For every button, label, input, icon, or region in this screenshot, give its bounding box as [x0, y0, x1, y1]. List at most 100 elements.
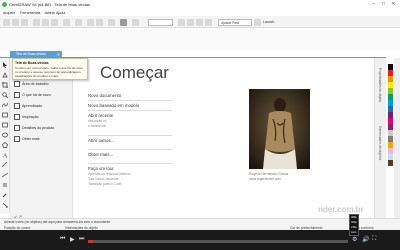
- text-tool-icon[interactable]: A: [2, 152, 8, 159]
- copy-icon[interactable]: [42, 18, 49, 26]
- new-file-icon[interactable]: [3, 18, 10, 26]
- close-window-button[interactable]: ✕: [390, 1, 397, 8]
- menu-item-file[interactable]: Arquivo: [3, 11, 15, 15]
- open-file-icon[interactable]: [12, 18, 19, 26]
- standard-toolbar: Ajustar Para Launch: [0, 16, 400, 28]
- minimize-button[interactable]: –: [370, 1, 377, 8]
- next-icon[interactable]: ⏭: [79, 236, 84, 243]
- tour-item-link[interactable]: Transição para o Corel: [88, 182, 121, 186]
- welcome-nav-whats-new[interactable]: O que há de novo: [12, 90, 72, 99]
- docker-tab-object-manager[interactable]: Gerenciador de objetos: [378, 126, 382, 160]
- color-palette[interactable]: [388, 58, 393, 218]
- rulers-icon[interactable]: [187, 18, 194, 26]
- tour-item-link[interactable]: Aprenda os recursos básicos: [88, 172, 131, 176]
- rectangle-tool-icon[interactable]: [2, 122, 8, 128]
- welcome-nav-panel: Iniciar Área de trabalho O que há de nov…: [10, 58, 73, 218]
- polygon-tool-icon[interactable]: [2, 142, 8, 148]
- docker-panel: Propriedades do objeto Gerenciador de ob…: [374, 58, 386, 218]
- welcome-nav-workspace[interactable]: Área de trabalho: [12, 79, 72, 88]
- workspace-icon: [14, 80, 20, 87]
- launch-dropdown[interactable]: Launch: [263, 19, 285, 26]
- drop-shadow-tool-icon[interactable]: [2, 182, 8, 188]
- welcome-nav-learning[interactable]: Aprendizado: [12, 101, 72, 110]
- new-from-template-link[interactable]: Novo baseado em modelo: [88, 103, 139, 108]
- product-details-icon: [14, 124, 20, 131]
- zoom-tool-icon[interactable]: [2, 92, 8, 98]
- redo-icon[interactable]: [75, 18, 82, 26]
- grid-icon[interactable]: [196, 18, 203, 26]
- property-bar: [0, 29, 400, 51]
- tooltip-title: Tela de Boas-vindas: [15, 60, 49, 65]
- video-progress-track[interactable]: [88, 240, 348, 243]
- quality-option[interactable]: Auto: [351, 231, 356, 234]
- get-more-link[interactable]: Obter mais...: [88, 152, 113, 157]
- open-other-link[interactable]: Abrir outros...: [88, 138, 114, 143]
- parallel-dimension-tool-icon[interactable]: [2, 162, 8, 168]
- whats-new-icon: [14, 91, 20, 98]
- palette-scroll[interactable]: [394, 58, 400, 218]
- paste-icon[interactable]: [51, 18, 58, 26]
- settings-gear-icon[interactable]: ⚙: [352, 236, 357, 243]
- cut-icon[interactable]: [33, 18, 40, 26]
- save-icon[interactable]: [21, 18, 28, 26]
- nav-label: O que há de novo: [22, 92, 51, 97]
- import-icon[interactable]: [87, 18, 94, 26]
- divider: [88, 148, 172, 149]
- application-launcher-icon[interactable]: [120, 18, 127, 26]
- welcome-screen-icon[interactable]: [132, 18, 139, 26]
- crop-tool-icon[interactable]: [2, 82, 8, 88]
- quality-option[interactable]: 240p: [351, 226, 357, 229]
- nav-label: Área de trabalho: [22, 81, 49, 86]
- smart-fill-tool-icon[interactable]: [2, 112, 8, 118]
- recent-file-link[interactable]: e-tutorial.cdr: [88, 124, 106, 128]
- menu-item-tools[interactable]: Ferramentas: [20, 11, 40, 15]
- snap-to-dropdown[interactable]: Ajustar Para: [218, 18, 252, 26]
- freehand-tool-icon[interactable]: [2, 102, 8, 108]
- options-icon[interactable]: [254, 18, 261, 26]
- palette-swatch[interactable]: [388, 160, 393, 166]
- welcome-nav-inspiration[interactable]: Inspiração: [12, 112, 72, 121]
- coreldraw-logo-icon: [2, 2, 7, 7]
- zoom-level-select[interactable]: [148, 18, 173, 26]
- pick-tool-icon[interactable]: [2, 62, 8, 68]
- play-icon[interactable]: ▶: [70, 236, 75, 243]
- svg-text:A: A: [3, 154, 8, 159]
- ellipse-tool-icon[interactable]: [2, 132, 8, 138]
- nav-label: Aprendizado: [22, 103, 43, 108]
- quality-option[interactable]: 360p: [351, 221, 357, 224]
- shape-tool-icon[interactable]: [2, 72, 8, 78]
- nav-label: Detalhes do produto: [22, 125, 55, 130]
- artwork-site-link[interactable]: www.rogerrender.com: [249, 177, 281, 181]
- artwork-author: Rogério Hernandez Garcia: [249, 172, 289, 176]
- connector-tool-icon[interactable]: [2, 172, 8, 178]
- new-document-link[interactable]: Novo documento: [88, 93, 121, 98]
- export-icon[interactable]: [96, 18, 103, 26]
- menu-item-window[interactable]: Janela: [44, 11, 55, 15]
- tour-item-link[interactable]: Tour Novos recursos: [88, 177, 118, 181]
- page-title: Começar: [100, 63, 169, 82]
- nav-label: Inspiração: [22, 114, 39, 119]
- recent-file-link[interactable]: descrição vd: [88, 119, 107, 123]
- volume-icon[interactable]: 🔊: [362, 236, 369, 243]
- welcome-nav-get-more[interactable]: Obter mais: [12, 134, 72, 143]
- video-quality-menu: 480p 360p 240p Auto: [349, 214, 359, 236]
- divider: [88, 99, 172, 100]
- divider: [88, 109, 172, 110]
- menu-bar: Arquivo Ferramentas Janela Ajuda: [0, 9, 400, 16]
- docker-tab-object-properties[interactable]: Propriedades do objeto: [378, 68, 382, 102]
- learning-icon: [14, 102, 20, 109]
- pdf-icon[interactable]: [108, 18, 115, 26]
- guidelines-icon[interactable]: [205, 18, 212, 26]
- eyedropper-tool-icon[interactable]: [2, 192, 8, 198]
- video-progress-fill: [88, 240, 94, 243]
- welcome-nav-product-details[interactable]: Detalhes do produto: [12, 123, 72, 132]
- interactive-fill-tool-icon[interactable]: [2, 202, 8, 208]
- menu-item-help[interactable]: Ajuda: [56, 11, 65, 15]
- fullscreen-icon[interactable]: ⛶: [372, 236, 376, 243]
- maximize-button[interactable]: □: [380, 1, 387, 8]
- toolbox: A: [0, 58, 10, 213]
- full-screen-icon[interactable]: [178, 18, 185, 26]
- previous-icon[interactable]: ⏮: [60, 236, 65, 243]
- undo-icon[interactable]: [63, 18, 70, 26]
- quality-option[interactable]: 480p: [351, 216, 357, 219]
